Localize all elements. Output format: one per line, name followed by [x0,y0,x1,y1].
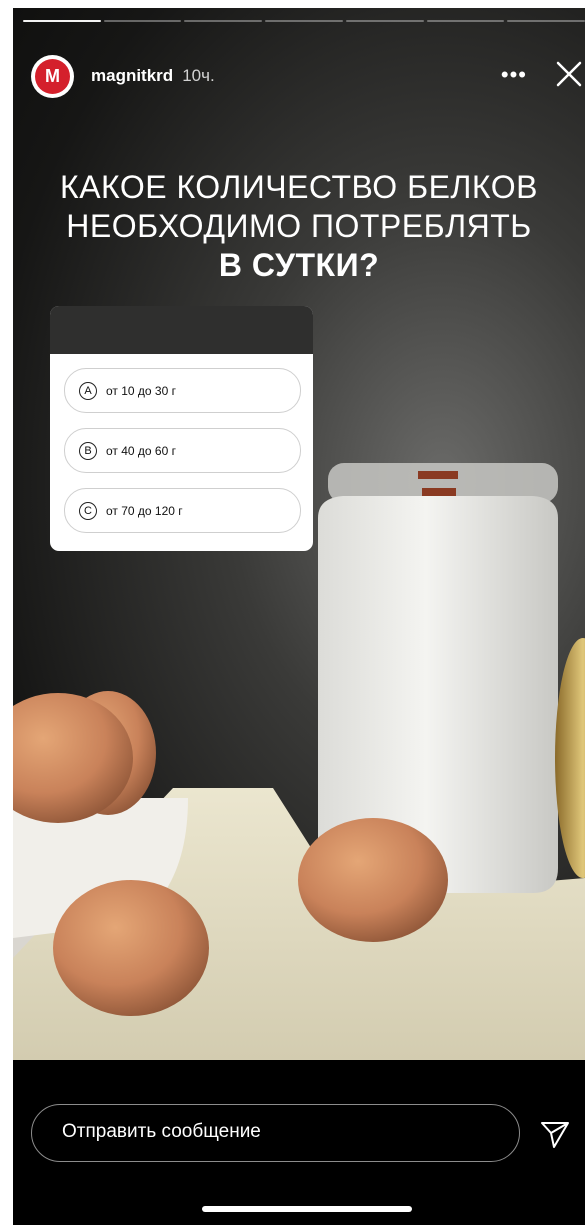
question-line-2: НЕОБХОДИМО ПОТРЕБЛЯТЬ [66,208,532,244]
close-icon[interactable] [553,58,585,90]
home-indicator [202,1206,412,1212]
quiz-option-c[interactable]: C от 70 до 120 г [64,488,301,533]
option-letter: C [79,501,97,520]
progress-segment [23,20,101,22]
option-letter: A [79,381,97,400]
username[interactable]: magnitkrd [91,66,173,86]
more-dots-icon[interactable]: ••• [501,62,527,88]
story-viewer: М magnitkrd 10ч. ••• КАКОЕ КОЛИЧЕСТВО БЕ… [13,8,585,1225]
story-header: М magnitkrd 10ч. ••• [31,54,585,98]
option-text: от 40 до 60 г [106,443,176,458]
question-line-3: В СУТКИ? [218,247,380,283]
magnit-logo-icon: М [35,58,70,94]
progress-segment [426,20,505,22]
quiz-option-b[interactable]: B от 40 до 60 г [64,428,301,473]
question-heading: КАКОЕ КОЛИЧЕСТВО БЕЛКОВ НЕОБХОДИМО ПОТРЕ… [13,168,585,285]
progress-segment [103,20,182,22]
question-line-1: КАКОЕ КОЛИЧЕСТВО БЕЛКОВ [60,169,538,205]
avatar[interactable]: М [31,54,74,98]
progress-segment [265,20,343,22]
quiz-header [50,306,313,354]
story-progress-bar [23,20,585,22]
progress-segment [507,20,585,22]
option-letter: B [79,441,97,460]
story-image[interactable]: М magnitkrd 10ч. ••• КАКОЕ КОЛИЧЕСТВО БЕ… [13,8,585,1060]
quiz-option-a[interactable]: A от 10 до 30 г [64,368,301,413]
post-time: 10ч. [182,66,215,85]
avatar-letter: М [45,65,60,86]
progress-segment [184,20,263,22]
option-text: от 70 до 120 г [106,503,183,518]
progress-segment [345,20,424,22]
quiz-sticker: A от 10 до 30 г B от 40 до 60 г C от 70 … [50,306,313,551]
message-input[interactable]: Отправить сообщение [31,1104,520,1162]
message-placeholder: Отправить сообщение [62,1121,261,1142]
send-icon[interactable] [538,1117,572,1151]
option-text: от 10 до 30 г [106,383,176,398]
